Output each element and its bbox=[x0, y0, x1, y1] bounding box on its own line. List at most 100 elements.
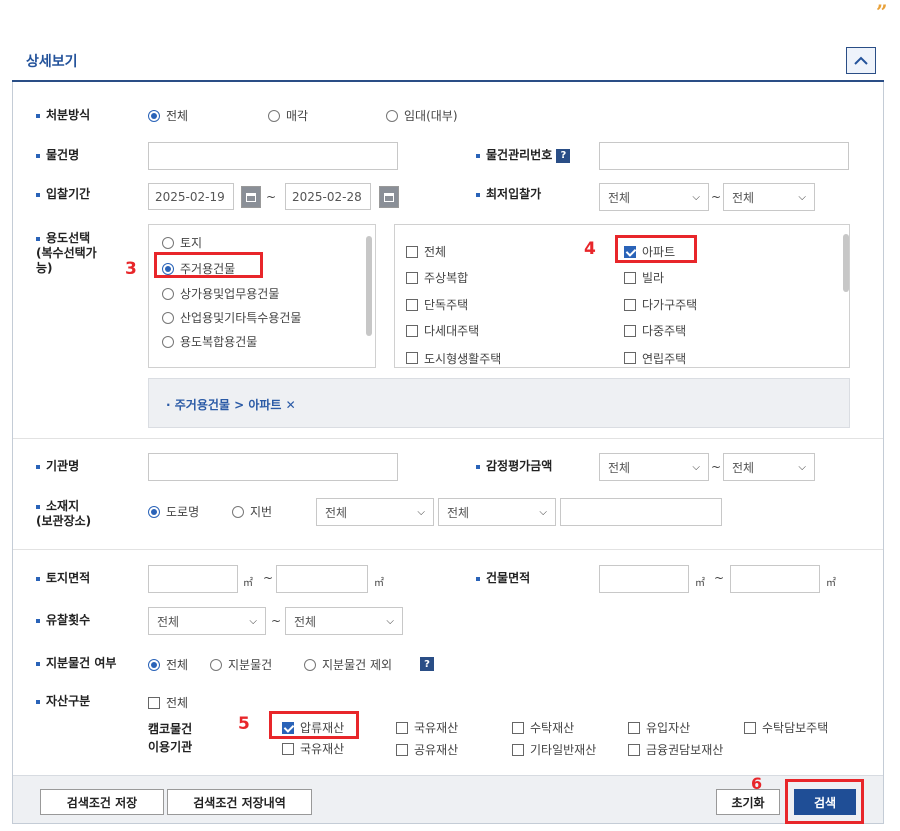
usage-sub-checkbox[interactable]: 단독주택 bbox=[406, 296, 468, 313]
building-area-label: 건물면적 bbox=[476, 571, 530, 586]
agency-label: 기관명 bbox=[36, 459, 79, 474]
agency-input[interactable] bbox=[148, 453, 398, 481]
land-area-to-input[interactable] bbox=[276, 565, 368, 593]
min-bid-from-select[interactable]: 전체 ⌵ bbox=[599, 183, 709, 211]
usage-mixed-radio[interactable]: 용도복합용건물 bbox=[162, 333, 257, 350]
share-all-radio[interactable]: 전체 bbox=[148, 656, 188, 673]
land-area-unit: ㎡ bbox=[374, 578, 384, 589]
annotation-5: 5 bbox=[238, 714, 250, 734]
chevron-down-icon: ⌵ bbox=[249, 615, 257, 627]
location-label: 소재지 (보관장소) bbox=[36, 499, 92, 528]
min-bid-to-select[interactable]: 전체 ⌵ bbox=[723, 183, 815, 211]
disposal-label: 처분방식 bbox=[36, 108, 90, 123]
usage-sub-checkbox[interactable]: 연립주택 bbox=[624, 349, 686, 367]
chevron-down-icon: ⌵ bbox=[798, 191, 806, 203]
help-icon[interactable]: ? bbox=[556, 148, 571, 163]
divider bbox=[13, 549, 883, 550]
asset-checkbox[interactable]: 금융권담보재산 bbox=[628, 741, 723, 758]
selected-usage-tag[interactable]: · 주거용건물 > 아파트 ✕ bbox=[166, 396, 296, 413]
annotation-box-4 bbox=[615, 235, 697, 263]
failed-count-label: 유찰횟수 bbox=[36, 613, 90, 628]
appraisal-label: 감정평가금액 bbox=[476, 459, 552, 474]
annotation-3: 3 bbox=[125, 259, 137, 279]
building-area-separator: ~ bbox=[714, 571, 725, 585]
chevron-down-icon: ⌵ bbox=[386, 615, 394, 627]
scrollbar[interactable] bbox=[366, 236, 372, 336]
failed-count-to-select[interactable]: 전체 ⌵ bbox=[285, 607, 403, 635]
asset-all-checkbox[interactable]: 전체 bbox=[148, 694, 188, 711]
bid-start-date-input[interactable]: 2025-02-19 bbox=[148, 183, 234, 210]
land-area-separator: ~ bbox=[263, 571, 274, 585]
disposal-lease-radio[interactable]: 임대(대부) bbox=[386, 107, 458, 124]
usage-commercial-radio[interactable]: 상가용및업무용건물 bbox=[162, 285, 279, 302]
chevron-down-icon: ⌵ bbox=[798, 461, 806, 473]
asset-checkbox[interactable]: 공유재산 bbox=[396, 741, 458, 758]
disposal-sale-radio[interactable]: 매각 bbox=[268, 107, 308, 124]
help-icon[interactable]: ? bbox=[420, 657, 434, 671]
chevron-down-icon: ⌵ bbox=[692, 461, 700, 473]
share-label: 지분물건 여부 bbox=[36, 656, 116, 671]
usage-sub-checkbox[interactable]: 다가구주택 bbox=[624, 296, 697, 313]
annotation-6: 6 bbox=[751, 774, 763, 793]
item-name-label: 물건명 bbox=[36, 148, 79, 163]
chevron-down-icon: ⌵ bbox=[539, 506, 547, 518]
panel-header bbox=[12, 38, 884, 82]
building-area-from-input[interactable] bbox=[599, 565, 689, 593]
usage-label: 용도선택 (복수선택가 능) bbox=[36, 231, 97, 275]
location-road-radio[interactable]: 도로명 bbox=[148, 503, 199, 520]
usage-sub-checkbox[interactable]: 다중주택 bbox=[624, 322, 686, 339]
building-area-unit: ㎡ bbox=[695, 578, 705, 589]
chevron-up-icon bbox=[854, 56, 868, 65]
min-bid-label: 최저입찰가 bbox=[476, 187, 541, 202]
divider bbox=[13, 438, 883, 439]
land-area-from-input[interactable] bbox=[148, 565, 238, 593]
failed-count-from-select[interactable]: 전체 ⌵ bbox=[148, 607, 266, 635]
share-only-radio[interactable]: 지분물건 bbox=[210, 656, 272, 673]
usage-sub-checkbox[interactable]: 빌라 bbox=[624, 269, 664, 286]
asset-checkbox[interactable]: 국유재산 bbox=[396, 719, 458, 736]
bid-period-label: 입찰기간 bbox=[36, 187, 90, 202]
saved-search-history-button[interactable]: 검색조건 저장내역 bbox=[167, 789, 312, 815]
usage-industrial-radio[interactable]: 산업용및기타특수용건물 bbox=[162, 309, 301, 326]
annotation-box-6 bbox=[785, 779, 864, 824]
usage-sub-checkbox[interactable]: 도시형생활주택 bbox=[406, 349, 501, 367]
location-lot-radio[interactable]: 지번 bbox=[232, 503, 272, 520]
item-no-label: 물건관리번호 ? bbox=[476, 148, 571, 163]
annotation-4: 4 bbox=[584, 239, 596, 259]
usage-sub-checkbox[interactable]: 다세대주택 bbox=[406, 322, 479, 339]
reset-button[interactable]: 초기화 bbox=[716, 789, 780, 815]
asset-checkbox[interactable]: 국유재산 bbox=[282, 741, 344, 756]
min-bid-separator: ~ bbox=[711, 190, 722, 204]
collapse-button[interactable] bbox=[846, 47, 876, 74]
disposal-all-radio[interactable]: 전체 bbox=[148, 107, 188, 124]
save-search-button[interactable]: 검색조건 저장 bbox=[40, 789, 164, 815]
scrollbar[interactable] bbox=[843, 234, 849, 292]
calendar-icon[interactable] bbox=[241, 186, 261, 208]
usage-land-radio[interactable]: 토지 bbox=[162, 234, 202, 251]
usage-sub-all-checkbox[interactable]: 전체 bbox=[406, 243, 446, 260]
asset-checkbox[interactable]: 유입자산 bbox=[628, 719, 690, 736]
location-sigungu-select[interactable]: 전체 ⌵ bbox=[438, 498, 556, 526]
building-area-to-input[interactable] bbox=[730, 565, 820, 593]
land-area-label: 토지면적 bbox=[36, 571, 90, 586]
location-detail-input[interactable] bbox=[560, 498, 722, 526]
appraisal-to-select[interactable]: 전체 ⌵ bbox=[723, 453, 815, 481]
share-exclude-radio[interactable]: 지분물건 제외 bbox=[304, 656, 392, 673]
asset-kamco-label: 캠코물건 bbox=[148, 722, 193, 736]
calendar-icon[interactable] bbox=[379, 186, 399, 208]
annotation-box-3 bbox=[154, 252, 263, 278]
appraisal-separator: ~ bbox=[711, 460, 722, 474]
asset-checkbox[interactable]: 기타일반재산 bbox=[512, 741, 596, 758]
usage-sub-checkbox[interactable]: 주상복합 bbox=[406, 269, 468, 286]
item-name-input[interactable] bbox=[148, 142, 398, 170]
asset-agency-label: 이용기관 bbox=[148, 740, 193, 754]
land-area-unit: ㎡ bbox=[243, 578, 253, 589]
location-sido-select[interactable]: 전체 ⌵ bbox=[316, 498, 434, 526]
item-no-input[interactable] bbox=[599, 142, 849, 170]
asset-checkbox[interactable]: 수탁담보주택 bbox=[744, 719, 828, 736]
bid-end-date-input[interactable]: 2025-02-28 bbox=[285, 183, 371, 210]
chevron-down-icon: ⌵ bbox=[417, 506, 425, 518]
asset-checkbox[interactable]: 수탁재산 bbox=[512, 719, 574, 736]
building-area-unit: ㎡ bbox=[826, 578, 836, 589]
appraisal-from-select[interactable]: 전체 ⌵ bbox=[599, 453, 709, 481]
